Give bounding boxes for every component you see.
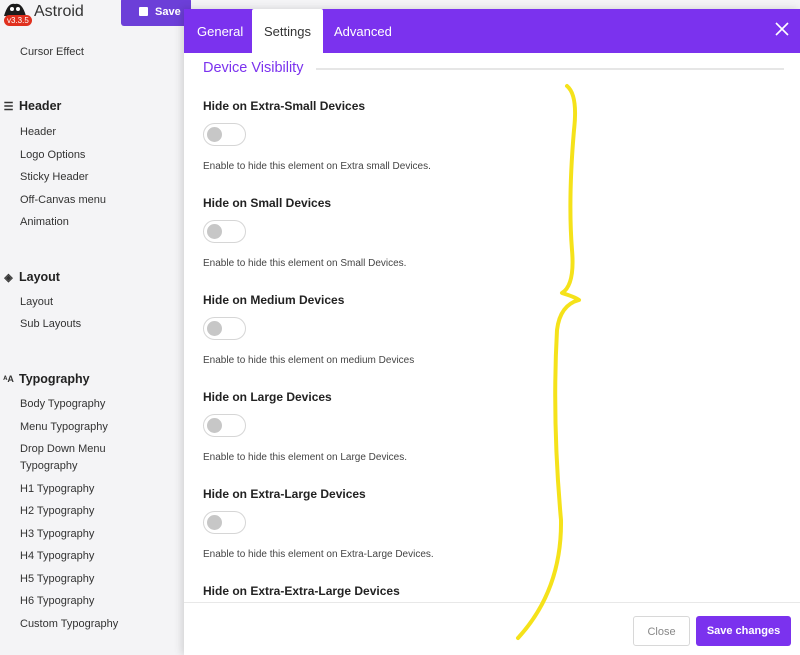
- option-title-extra-extra-large: Hide on Extra-Extra-Large Devices: [203, 584, 400, 598]
- close-button[interactable]: Close: [633, 616, 690, 646]
- toggle-knob: [207, 418, 222, 433]
- modal-body[interactable]: Device Visibility Hide on Extra-Small De…: [184, 53, 800, 602]
- app-save-button[interactable]: Save: [121, 0, 191, 26]
- modal-footer: Close Save changes: [184, 602, 800, 655]
- option-desc-small: Enable to hide this element on Small Dev…: [203, 258, 407, 269]
- toggle-small[interactable]: [203, 220, 246, 243]
- sidebar-item-off-canvas-menu[interactable]: Off-Canvas menu: [20, 192, 106, 208]
- option-desc-extra-large: Enable to hide this element on Extra-Lar…: [203, 549, 434, 560]
- toggle-knob: [207, 127, 222, 142]
- option-desc-medium: Enable to hide this element on medium De…: [203, 355, 415, 366]
- element-settings-modal: General Settings Advanced Device Visibil…: [184, 9, 800, 655]
- sidebar-item-drop-down-menu-typography-line2[interactable]: Typography: [20, 458, 77, 474]
- sidebar-item-sub-layouts[interactable]: Sub Layouts: [20, 316, 81, 332]
- close-icon[interactable]: [774, 21, 790, 37]
- sidebar-item-cursor-effect[interactable]: Cursor Effect: [20, 44, 84, 60]
- toggle-knob: [207, 224, 222, 239]
- sidebar-item-h4-typography[interactable]: H4 Typography: [20, 548, 94, 564]
- layers-icon: ◈: [4, 271, 13, 284]
- tab-advanced[interactable]: Advanced: [334, 9, 392, 53]
- sidebar-item-header[interactable]: Header: [20, 124, 56, 140]
- sidebar-item-layout[interactable]: Layout: [20, 294, 53, 310]
- toggle-large[interactable]: [203, 414, 246, 437]
- sidebar: Cursor Effect ☰ Header Header Logo Optio…: [0, 28, 184, 655]
- sidebar-item-h1-typography[interactable]: H1 Typography: [20, 481, 94, 497]
- sidebar-item-h3-typography[interactable]: H3 Typography: [20, 526, 94, 542]
- option-desc-extra-small: Enable to hide this element on Extra sma…: [203, 161, 431, 172]
- sidebar-item-body-typography[interactable]: Body Typography: [20, 396, 105, 412]
- toggle-extra-large[interactable]: [203, 511, 246, 534]
- option-desc-large: Enable to hide this element on Large Dev…: [203, 452, 408, 463]
- sidebar-heading-header: ☰ Header: [3, 99, 62, 113]
- font-size-icon: ᴬA: [3, 374, 14, 384]
- option-title-extra-small: Hide on Extra-Small Devices: [203, 99, 366, 113]
- header-icon: ☰: [3, 100, 14, 113]
- sidebar-item-custom-typography[interactable]: Custom Typography: [20, 616, 118, 632]
- option-title-large: Hide on Large Devices: [203, 390, 332, 404]
- tab-settings[interactable]: Settings: [252, 9, 323, 54]
- sidebar-item-animation[interactable]: Animation: [20, 214, 69, 230]
- toggle-knob: [207, 515, 222, 530]
- sidebar-item-sticky-header[interactable]: Sticky Header: [20, 169, 88, 185]
- sidebar-item-menu-typography[interactable]: Menu Typography: [20, 419, 108, 435]
- sidebar-item-h5-typography[interactable]: H5 Typography: [20, 571, 94, 587]
- save-changes-button[interactable]: Save changes: [696, 616, 791, 646]
- option-title-small: Hide on Small Devices: [203, 196, 332, 210]
- sidebar-heading-typography: ᴬA Typography: [3, 372, 90, 386]
- sidebar-heading-layout: ◈ Layout: [2, 270, 60, 284]
- toggle-knob: [207, 321, 222, 336]
- app-title: Astroid: [34, 3, 84, 20]
- section-title: Device Visibility: [203, 60, 314, 76]
- sidebar-item-drop-down-menu-typography[interactable]: Drop Down Menu: [20, 441, 106, 457]
- modal-header: General Settings Advanced: [184, 9, 800, 54]
- section-divider: [316, 68, 784, 70]
- tab-general[interactable]: General: [197, 9, 243, 53]
- save-icon: [139, 7, 148, 16]
- sidebar-item-logo-options[interactable]: Logo Options: [20, 147, 85, 163]
- toggle-medium[interactable]: [203, 317, 246, 340]
- toggle-extra-small[interactable]: [203, 123, 246, 146]
- sidebar-item-h6-typography[interactable]: H6 Typography: [20, 593, 94, 609]
- option-title-extra-large: Hide on Extra-Large Devices: [203, 487, 366, 501]
- option-title-medium: Hide on Medium Devices: [203, 293, 345, 307]
- sidebar-item-h2-typography[interactable]: H2 Typography: [20, 503, 94, 519]
- version-badge: v3.3.5: [4, 15, 32, 26]
